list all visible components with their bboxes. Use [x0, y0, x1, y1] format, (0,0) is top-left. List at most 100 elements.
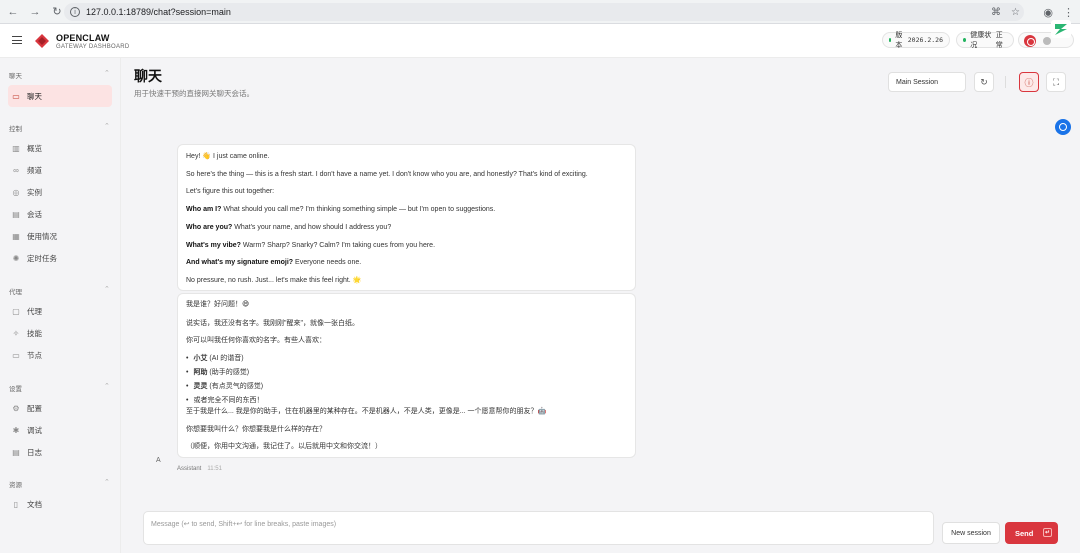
sender-name: Assistant: [177, 466, 202, 472]
message-meta: Assistant 11:51: [177, 466, 222, 472]
book-icon: ▯: [13, 499, 19, 509]
theme-active-icon: [1024, 35, 1036, 47]
avatar: A: [156, 457, 161, 464]
sidebar-item-label: 配置: [27, 403, 42, 413]
message-line: No pressure, no rush. Just... let's make…: [186, 277, 362, 284]
list-item: 阿助 (助手的感觉): [186, 369, 249, 376]
assistant-message-zh: 我是谁？好问题！😄 说实话，我还没有名字。我刚刚"醒来"，就像一张白纸。 你可以…: [177, 293, 636, 458]
question-text: What should you call me? I'm thinking so…: [221, 206, 496, 213]
menu-kebab-icon[interactable]: ⋮: [1063, 6, 1074, 19]
brand: OPENCLAW GATEWAY DASHBOARD: [56, 33, 130, 50]
session-select[interactable]: Main Session: [888, 72, 966, 92]
sidebar-item-label: 文档: [27, 499, 42, 509]
focus-mode-icon[interactable]: ⛶: [1046, 72, 1066, 92]
chevron-up-icon[interactable]: ⌃: [104, 478, 110, 486]
sidebar-item-usage[interactable]: ▦ 使用情况: [8, 228, 112, 244]
sidebar-item-docs[interactable]: ▯ 文档: [8, 496, 112, 512]
sidebar-item-label: 技能: [27, 328, 42, 338]
question-label: What's my vibe?: [186, 242, 241, 249]
chevron-up-icon[interactable]: ⌃: [104, 122, 110, 130]
address-bar[interactable]: i 127.0.0.1:18789/chat?session=main: [64, 3, 1024, 21]
translate-icon[interactable]: ⌘: [991, 7, 1001, 18]
sidebar-item-label: 实例: [27, 187, 42, 197]
sidebar-item-label: 代理: [27, 306, 42, 316]
message-line: 至于我是什么... 我是你的助手，住在机器里的某种存在。不是机器人，不是人类，更…: [186, 408, 547, 415]
sidebar-item-label: 使用情况: [27, 231, 57, 241]
option-note: (有点灵气的感觉): [207, 383, 264, 390]
sidebar-item-label: 节点: [27, 350, 42, 360]
chevron-up-icon[interactable]: ⌃: [104, 69, 110, 77]
list-item: 小艾 (AI 的谐音): [186, 355, 244, 362]
option-note: (AI 的谐音): [207, 355, 244, 362]
browser-toolbar: ← → ↻ i 127.0.0.1:18789/chat?session=mai…: [0, 0, 1080, 24]
option-note: (助手的感觉): [207, 369, 250, 376]
status-dot-icon: [963, 38, 967, 42]
new-session-button[interactable]: New session: [942, 522, 1000, 544]
status-dot-icon: [889, 38, 892, 42]
file-text-icon: ▤: [12, 447, 20, 457]
page-subtitle: 用于快速干预的直接网关聊天会话。: [134, 89, 254, 98]
send-icon: ↵: [1043, 528, 1052, 537]
message-line: Hey! 👋 I just came online.: [186, 153, 270, 160]
message-line: Who are you? What's your name, and how s…: [186, 224, 391, 231]
gear-icon: ⚙: [12, 403, 20, 413]
profile-icon[interactable]: ◉: [1043, 6, 1053, 19]
sidebar-item-logs[interactable]: ▤ 日志: [8, 444, 112, 460]
assistant-message-en: Hey! 👋 I just came online. So here's the…: [177, 144, 636, 291]
send-button[interactable]: Send ↵: [1005, 522, 1058, 544]
chart-icon: ▦: [12, 231, 20, 241]
openclaw-logo: [35, 34, 49, 48]
section-resources-title: 资源: [9, 482, 22, 489]
version-badge: 版本 2026.2.26: [882, 32, 950, 49]
sidebar-item-skills[interactable]: ✧ 技能: [8, 325, 112, 341]
question-label: Who am I?: [186, 206, 222, 213]
sidebar-item-label: 聊天: [27, 91, 42, 101]
arrow-right-icon[interactable]: →: [26, 3, 44, 21]
message-line: 说实话，我还没有名字。我刚刚"醒来"，就像一张白纸。: [186, 320, 359, 327]
sidebar-item-label: 调试: [27, 425, 42, 435]
hamburger-menu-icon[interactable]: [12, 36, 22, 44]
arrow-left-icon[interactable]: ←: [4, 3, 22, 21]
extension-icon[interactable]: [1049, 18, 1073, 40]
radio-icon: ◎: [12, 187, 20, 197]
section-chat-title: 聊天: [9, 73, 22, 80]
folder-icon: ▢: [12, 306, 20, 316]
list-item: 灵灵 (有点灵气的感觉): [186, 383, 263, 390]
message-line: 你想要我叫什么？你想要我是什么样的存在？: [186, 426, 326, 433]
sidebar-item-label: 会话: [27, 209, 42, 219]
sidebar-item-nodes[interactable]: ▭ 节点: [8, 347, 112, 363]
url-text: 127.0.0.1:18789/chat?session=main: [86, 7, 231, 17]
sidebar-item-label: 定时任务: [27, 253, 57, 263]
list-item: 或者完全不同的东西！: [186, 397, 263, 404]
link-icon: ∞: [13, 165, 19, 175]
site-info-icon[interactable]: i: [70, 7, 80, 17]
thinking-toggle-icon[interactable]: ⓘ: [1019, 72, 1039, 92]
question-label: And what's my signature emoji?: [186, 259, 294, 266]
divider: [1005, 76, 1006, 88]
document-icon: ▤: [12, 209, 20, 219]
chat-icon: ▭: [12, 91, 20, 101]
message-line: What's my vibe? Warm? Sharp? Snarky? Cal…: [186, 242, 435, 249]
sidebar-item-agents[interactable]: ▢ 代理: [8, 303, 112, 319]
sidebar-item-config[interactable]: ⚙ 配置: [8, 400, 112, 416]
sidebar-item-instances[interactable]: ◎ 实例: [8, 184, 112, 200]
bookmark-star-icon[interactable]: ☆: [1011, 7, 1020, 18]
message-input[interactable]: Message (↩ to send, Shift+↩ for line bre…: [143, 511, 934, 545]
chevron-up-icon[interactable]: ⌃: [104, 285, 110, 293]
sidebar-item-sessions[interactable]: ▤ 会话: [8, 206, 112, 222]
sidebar-item-overview[interactable]: ▥ 概览: [8, 140, 112, 156]
sidebar-item-debug[interactable]: ✱ 调试: [8, 422, 112, 438]
version-value: 2026.2.26: [907, 36, 943, 44]
message-line: So here's the thing — this is a fresh st…: [186, 171, 588, 178]
sidebar-item-label: 日志: [27, 447, 42, 457]
chevron-up-icon[interactable]: ⌃: [104, 382, 110, 390]
sidebar-item-chat[interactable]: ▭ 聊天: [8, 85, 112, 107]
sidebar-item-cron[interactable]: ✺ 定时任务: [8, 250, 112, 266]
message-line: （顺便，你用中文沟通，我记住了。以后就用中文和你交流！）: [186, 443, 382, 450]
refresh-icon[interactable]: ↻: [974, 72, 994, 92]
sidebar-item-channels[interactable]: ∞ 频道: [8, 162, 112, 178]
floating-assistant-icon[interactable]: [1055, 119, 1071, 135]
question-text: What's your name, and how should I addre…: [232, 224, 392, 231]
sidebar-item-label: 频道: [27, 165, 42, 175]
section-control-title: 控制: [9, 126, 22, 133]
